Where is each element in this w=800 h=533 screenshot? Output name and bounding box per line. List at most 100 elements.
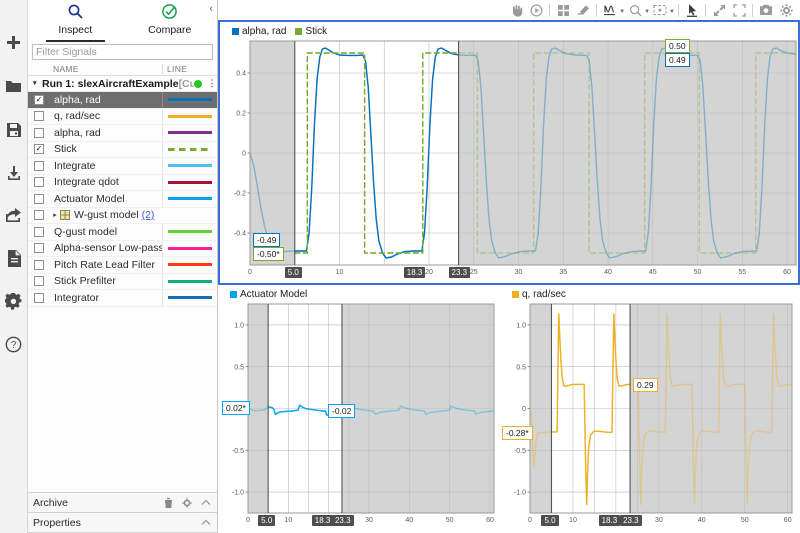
help-icon[interactable]: ? (0, 323, 28, 366)
signal-row[interactable]: Pitch Rate Lead Filter (28, 257, 217, 274)
group-count[interactable]: (2) (142, 209, 155, 221)
cursor-time-tag[interactable]: 5.0 (541, 515, 559, 526)
trash-icon[interactable] (164, 497, 173, 508)
signal-checkbox[interactable]: ✓ (34, 144, 44, 155)
signal-checkbox[interactable] (34, 177, 44, 188)
signal-checkbox[interactable] (34, 193, 44, 204)
signal-line-cell[interactable] (162, 290, 217, 306)
add-icon[interactable] (0, 22, 28, 65)
signal-checkbox[interactable]: ✓ (34, 94, 44, 105)
signal-check-cell[interactable]: ✓ (28, 94, 50, 105)
cursor-time-tag[interactable]: 23.3 (448, 267, 471, 278)
fit-to-view-icon[interactable] (650, 1, 670, 19)
signal-row[interactable]: Integrate qdot (28, 174, 217, 191)
plot-canvas-qrate[interactable]: q, rad/sec0102025304050601.00.50-0.5-1.0… (500, 285, 800, 533)
eraser-icon[interactable] (573, 1, 593, 19)
signal-row[interactable]: alpha, rad (28, 125, 217, 142)
data-cursor-value[interactable]: 0.50 (665, 39, 690, 53)
signal-row[interactable]: Stick Prefilter (28, 273, 217, 290)
signal-check-cell[interactable] (28, 226, 50, 237)
signal-line-cell[interactable] (162, 191, 217, 207)
pan-hand-icon[interactable] (506, 1, 526, 19)
import-icon[interactable] (0, 151, 28, 194)
run-row[interactable]: ▾ Run 1: slexAircraftExample[Current] ⋮ (28, 76, 217, 92)
data-cursor-value[interactable]: -0.28* (502, 425, 533, 440)
signal-check-cell[interactable] (28, 160, 50, 171)
signal-checkbox[interactable] (34, 276, 44, 287)
chevron-down-icon[interactable]: ▼ (669, 9, 675, 15)
cursor-time-tag[interactable]: 5.0 (258, 515, 276, 526)
chevron-down-icon[interactable]: ▾ (33, 80, 42, 87)
data-cursor-value[interactable]: -0.02 (328, 404, 356, 419)
save-icon[interactable] (0, 108, 28, 151)
signal-row[interactable]: Actuator Model (28, 191, 217, 208)
plot-canvas-actuator[interactable]: Actuator Model0102025304050601.00.50-0.5… (218, 285, 500, 533)
settings-gear-icon[interactable] (0, 280, 28, 323)
signal-checkbox[interactable] (34, 160, 44, 171)
signal-row[interactable]: ✓ Stick (28, 141, 217, 158)
signal-line-cell[interactable] (162, 174, 217, 190)
signal-check-cell[interactable] (28, 111, 50, 122)
signal-check-cell[interactable]: ✓ (28, 144, 50, 155)
group-check-cell[interactable] (28, 210, 50, 221)
signal-checkbox[interactable] (34, 259, 44, 270)
signal-check-cell[interactable] (28, 243, 50, 254)
tab-compare[interactable]: Compare (123, 0, 218, 42)
signal-row[interactable]: Integrate (28, 158, 217, 175)
open-folder-icon[interactable] (0, 65, 28, 108)
signal-check-cell[interactable] (28, 259, 50, 270)
plot-canvas-main[interactable]: alpha, rad Stick 0 10 20 25 30 35 40 45 50 55 60 0.4 0… (218, 20, 800, 285)
plot-actuator-model[interactable]: Actuator Model0102025304050601.00.50-0.5… (218, 285, 500, 533)
replay-icon[interactable] (526, 1, 546, 19)
cursor-arrow-icon[interactable] (682, 1, 702, 19)
normalize-icon[interactable] (600, 1, 620, 19)
data-cursor-value[interactable]: -0.50* (253, 247, 284, 261)
layout-grid-icon[interactable] (553, 1, 573, 19)
signal-checkbox[interactable] (34, 127, 44, 138)
chevron-right-icon[interactable]: ▸ (50, 211, 60, 219)
cursor-time-tag[interactable]: 23.3 (331, 515, 354, 526)
search-input[interactable] (32, 44, 213, 60)
signal-checkbox[interactable] (34, 292, 44, 303)
plot-main[interactable]: alpha, rad Stick 0 10 20 25 30 35 40 45 50 55 60 0.4 0… (218, 20, 800, 285)
signal-checkbox[interactable] (34, 243, 44, 254)
signal-line-cell[interactable] (162, 240, 217, 256)
signal-check-cell[interactable] (28, 127, 50, 138)
signal-line-cell[interactable] (162, 125, 217, 141)
snapshot-camera-icon[interactable] (756, 1, 776, 19)
data-cursor-value[interactable]: 0.29 (633, 378, 658, 393)
cursor-time-tag[interactable]: 18.3 (311, 515, 334, 526)
properties-section[interactable]: Properties (28, 513, 217, 533)
cursor-time-tag[interactable]: 18.3 (598, 515, 621, 526)
signal-line-cell[interactable] (162, 158, 217, 174)
collapse-panel-icon[interactable]: ‹ (209, 3, 213, 15)
chevron-up-icon[interactable] (201, 519, 211, 526)
signal-row[interactable]: ✓ alpha, rad (28, 92, 217, 109)
plot-settings-gear-icon[interactable] (776, 1, 796, 19)
group-checkbox[interactable] (34, 210, 44, 221)
signal-checkbox[interactable] (34, 111, 44, 122)
data-cursor-value[interactable]: -0.49 (253, 233, 281, 247)
data-cursor-value[interactable]: 0.49 (665, 53, 690, 67)
signal-check-cell[interactable] (28, 292, 50, 303)
gear-icon[interactable] (182, 497, 192, 508)
signal-check-cell[interactable] (28, 276, 50, 287)
cursor-time-tag[interactable]: 5.0 (284, 267, 302, 278)
report-icon[interactable] (0, 237, 28, 280)
cursor-time-tag[interactable]: 23.3 (620, 515, 642, 526)
signal-checkbox[interactable] (34, 226, 44, 237)
signal-group-row[interactable]: ▸ W-gust model (2) (28, 208, 217, 224)
signal-row[interactable]: Alpha-sensor Low-pass Filter (28, 240, 217, 257)
signal-check-cell[interactable] (28, 177, 50, 188)
share-icon[interactable] (0, 194, 28, 237)
signal-line-cell[interactable] (162, 92, 217, 108)
signal-line-cell[interactable] (162, 141, 217, 157)
fullscreen-icon[interactable] (729, 1, 749, 19)
archive-section[interactable]: Archive (28, 493, 217, 513)
run-menu-icon[interactable]: ⋮ (207, 78, 217, 89)
data-cursor-value[interactable]: 0.02* (222, 400, 250, 415)
signal-line-cell[interactable] (162, 108, 217, 124)
signal-line-cell[interactable] (162, 273, 217, 289)
signal-row[interactable]: Integrator (28, 290, 217, 307)
signal-line-cell[interactable] (162, 224, 217, 240)
